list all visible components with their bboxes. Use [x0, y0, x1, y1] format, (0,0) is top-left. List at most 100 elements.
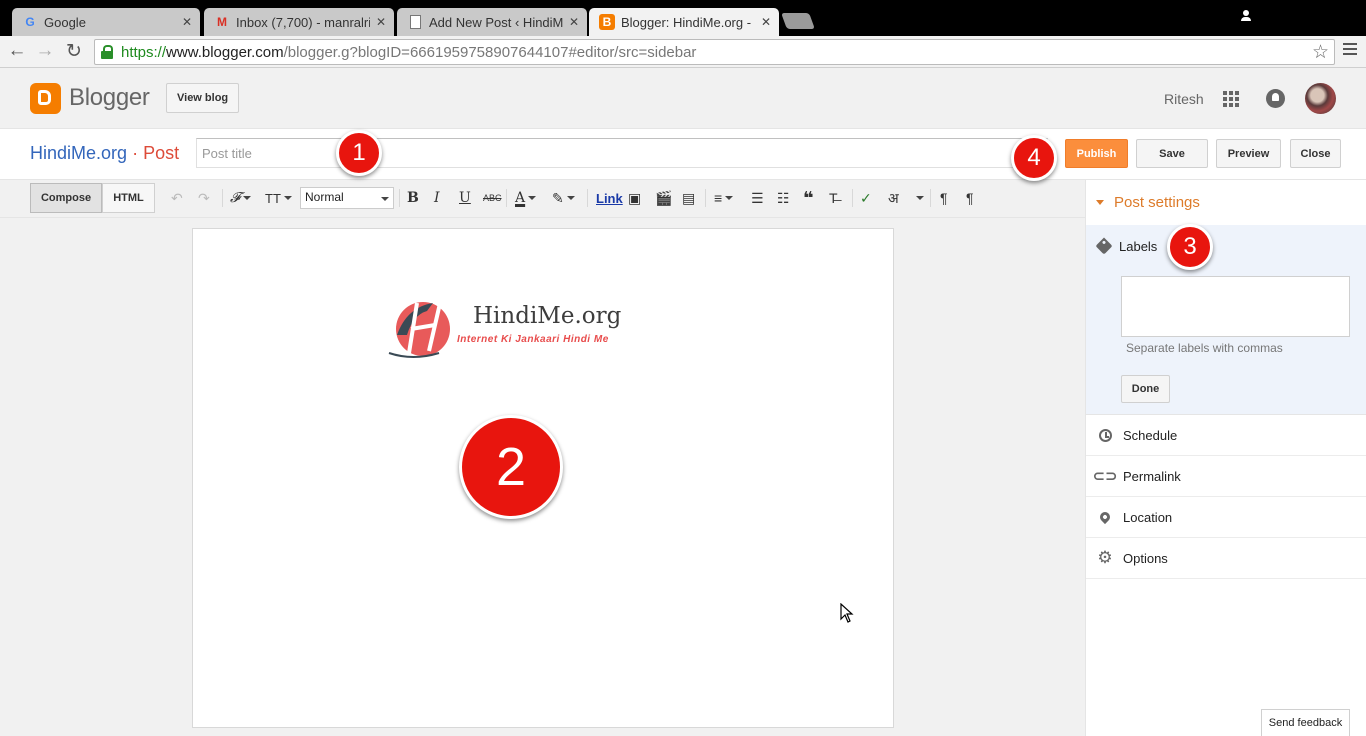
- logo-tagline: Internet Ki Jankaari Hindi Me: [457, 334, 609, 345]
- blogger-icon: B: [599, 14, 615, 30]
- post-title-input[interactable]: [196, 138, 1048, 168]
- html-mode-button[interactable]: HTML: [102, 183, 155, 213]
- link-icon: ⊂⊃: [1092, 468, 1118, 485]
- text-color-icon[interactable]: A: [515, 188, 537, 208]
- format-select[interactable]: Normal: [300, 187, 394, 209]
- publish-button[interactable]: Publish: [1065, 139, 1128, 168]
- toolbar-divider: [222, 189, 223, 207]
- font-size-icon[interactable]: TT: [265, 188, 292, 208]
- tab-google[interactable]: G Google ✕: [12, 8, 200, 36]
- address-bar[interactable]: https://www.blogger.com/blogger.g?blogID…: [94, 39, 1335, 65]
- app-name[interactable]: Blogger: [69, 84, 150, 112]
- close-icon[interactable]: ✕: [569, 15, 579, 29]
- logo-name: HindiMe.org: [473, 303, 622, 329]
- browser-toolbar: ← → ↻ https://www.blogger.com/blogger.g?…: [0, 36, 1366, 68]
- tab-gmail[interactable]: M Inbox (7,700) - manralrite: ✕: [204, 8, 394, 36]
- input-tools-dropdown-icon[interactable]: [913, 188, 924, 208]
- insert-image-icon[interactable]: ▣: [628, 188, 641, 208]
- document-icon: [407, 14, 423, 30]
- sidebar-item-location[interactable]: Location: [1086, 497, 1366, 538]
- lock-icon: [101, 45, 113, 59]
- post-title-bar: HindiMe.org · Post Publish Save Preview …: [0, 129, 1366, 180]
- pin-icon: [1097, 509, 1113, 525]
- close-icon[interactable]: ✕: [761, 15, 771, 29]
- italic-icon[interactable]: I: [434, 188, 440, 208]
- labels-input[interactable]: [1121, 276, 1350, 337]
- chevron-down-icon: [381, 197, 389, 201]
- labels-panel: Labels Separate labels with commas Done: [1086, 225, 1366, 415]
- bullet-list-icon[interactable]: ☷: [777, 188, 790, 208]
- tag-icon: [1095, 237, 1113, 255]
- tab-blogger[interactable]: B Blogger: HindiMe.org - Cr ✕: [589, 8, 779, 36]
- sidebar-item-label: Schedule: [1123, 427, 1178, 443]
- close-icon[interactable]: ✕: [376, 15, 386, 29]
- bookmark-star-icon[interactable]: ☆: [1312, 41, 1329, 64]
- font-family-icon[interactable]: 𝓕: [230, 188, 252, 208]
- post-settings-header[interactable]: Post settings: [1086, 180, 1366, 225]
- remove-formatting-icon[interactable]: T̶: [829, 188, 838, 208]
- google-icon: G: [25, 15, 35, 29]
- back-icon[interactable]: ←: [6, 40, 28, 62]
- input-tools-icon[interactable]: अ: [888, 188, 899, 208]
- forward-icon[interactable]: →: [34, 40, 56, 62]
- toolbar-divider: [399, 189, 400, 207]
- redo-icon[interactable]: ↷: [198, 188, 210, 208]
- reload-icon[interactable]: ↻: [63, 40, 85, 62]
- notifications-bell-icon[interactable]: [1266, 89, 1285, 108]
- sidebar-item-schedule[interactable]: Schedule: [1086, 415, 1366, 456]
- compose-mode-button[interactable]: Compose: [30, 183, 102, 213]
- view-blog-button[interactable]: View blog: [166, 83, 240, 113]
- labels-title[interactable]: Labels: [1119, 239, 1157, 254]
- quote-icon[interactable]: ❝: [803, 188, 814, 208]
- sidebar-item-label: Permalink: [1123, 468, 1181, 484]
- spellcheck-icon[interactable]: ✓: [860, 188, 872, 208]
- ltr-icon[interactable]: ¶: [940, 188, 948, 208]
- post-settings-sidebar: Post settings Labels Separate labels wit…: [1085, 180, 1366, 736]
- align-icon[interactable]: ≡: [714, 188, 734, 208]
- tab-title: Inbox (7,700) - manralrite:: [236, 14, 370, 30]
- tab-add-new-post[interactable]: Add New Post ‹ HindiMe.c ✕: [397, 8, 587, 36]
- preview-button[interactable]: Preview: [1216, 139, 1281, 168]
- save-button[interactable]: Save: [1136, 139, 1208, 168]
- user-icon[interactable]: [1240, 10, 1252, 22]
- insert-video-icon[interactable]: 🎬: [655, 188, 672, 208]
- breadcrumb-section: Post: [143, 143, 180, 163]
- step-marker-2: 2: [459, 415, 563, 519]
- blogger-logo-icon[interactable]: [30, 83, 61, 114]
- sidebar-item-permalink[interactable]: ⊂⊃ Permalink: [1086, 456, 1366, 497]
- underline-icon[interactable]: U: [459, 188, 471, 208]
- strikethrough-icon[interactable]: ABC: [483, 188, 502, 208]
- close-button[interactable]: Close: [1290, 139, 1341, 168]
- rtl-icon[interactable]: ¶: [966, 188, 974, 208]
- gear-icon: ⚙: [1097, 548, 1113, 567]
- avatar[interactable]: [1305, 83, 1336, 114]
- apps-grid-icon[interactable]: [1223, 91, 1239, 107]
- format-select-value: Normal: [305, 190, 344, 204]
- tab-title: Google: [44, 14, 86, 30]
- toolbar-divider: [852, 189, 853, 207]
- chevron-down-icon: [1096, 200, 1104, 205]
- step-marker-4: 4: [1011, 135, 1057, 181]
- insert-jump-break-icon[interactable]: ▤: [682, 188, 695, 208]
- highlight-color-icon[interactable]: ✎: [552, 188, 575, 208]
- toolbar-divider: [506, 189, 507, 207]
- link-button[interactable]: Link: [596, 188, 623, 208]
- done-button[interactable]: Done: [1121, 375, 1170, 403]
- breadcrumb: HindiMe.org · Post: [30, 143, 179, 164]
- sidebar-item-options[interactable]: ⚙ Options: [1086, 538, 1366, 579]
- bold-icon[interactable]: B: [407, 188, 419, 208]
- browser-menu-icon[interactable]: [1343, 43, 1357, 59]
- close-icon[interactable]: ✕: [182, 15, 192, 29]
- url-scheme: https://: [121, 43, 167, 61]
- undo-icon[interactable]: ↶: [171, 188, 183, 208]
- blogger-header: Blogger View blog Ritesh: [0, 68, 1366, 129]
- clock-icon: [1097, 427, 1113, 443]
- breadcrumb-blog-link[interactable]: HindiMe.org: [30, 143, 127, 163]
- send-feedback-button[interactable]: Send feedback: [1261, 709, 1350, 736]
- url-host: www.blogger.com: [166, 43, 284, 61]
- user-name[interactable]: Ritesh: [1164, 91, 1204, 107]
- gmail-icon: M: [217, 15, 227, 29]
- new-tab-button[interactable]: [781, 13, 815, 29]
- tab-title: Add New Post ‹ HindiMe.c: [429, 14, 563, 30]
- numbered-list-icon[interactable]: ☰: [751, 188, 764, 208]
